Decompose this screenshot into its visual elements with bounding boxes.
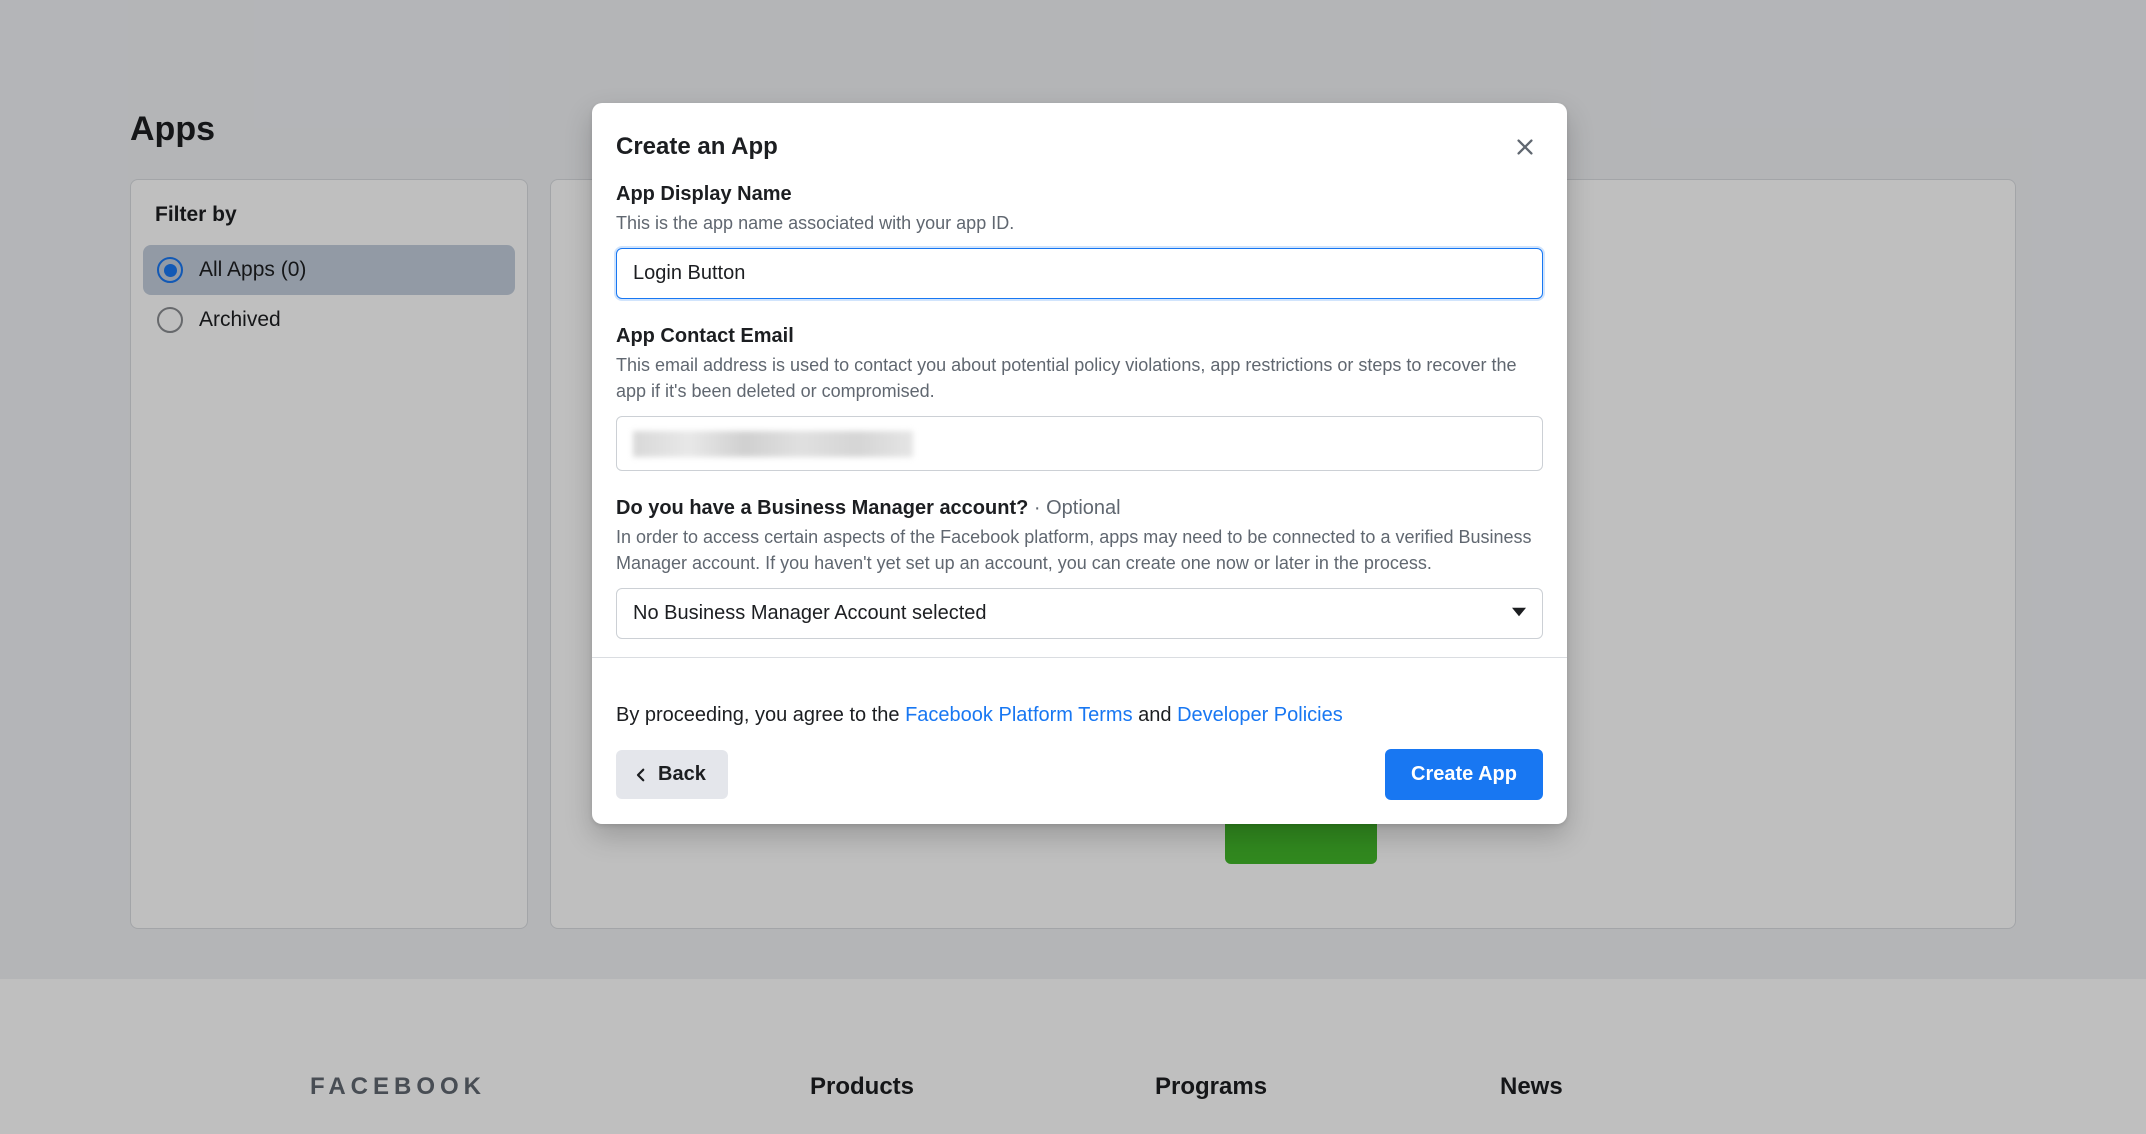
modal-title: Create an App — [616, 133, 778, 161]
field-label: App Display Name — [616, 183, 1543, 206]
optional-tag: · Optional — [1028, 497, 1120, 519]
redacted-email — [633, 431, 913, 457]
close-icon — [1514, 136, 1536, 158]
field-label: Do you have a Business Manager account? … — [616, 497, 1543, 520]
terms-text: By proceeding, you agree to the Facebook… — [616, 704, 1543, 727]
modal-header: Create an App — [592, 103, 1567, 183]
modal-footer: By proceeding, you agree to the Facebook… — [592, 682, 1567, 824]
developer-policies-link[interactable]: Developer Policies — [1177, 704, 1343, 726]
caret-down-icon — [1512, 602, 1526, 625]
back-button-label: Back — [658, 763, 706, 786]
divider — [592, 657, 1567, 658]
close-button[interactable] — [1507, 129, 1543, 165]
back-button[interactable]: Back — [616, 750, 728, 799]
contact-email-input[interactable] — [616, 416, 1543, 471]
display-name-input[interactable] — [616, 248, 1543, 299]
chevron-left-icon — [632, 766, 650, 784]
field-desc: This email address is used to contact yo… — [616, 352, 1543, 404]
field-desc: This is the app name associated with you… — [616, 210, 1543, 236]
select-value: No Business Manager Account selected — [633, 602, 987, 625]
platform-terms-link[interactable]: Facebook Platform Terms — [905, 704, 1133, 726]
create-app-modal: Create an App App Display Name This is t… — [592, 103, 1567, 824]
field-business-manager: Do you have a Business Manager account? … — [616, 497, 1543, 639]
button-row: Back Create App — [616, 749, 1543, 800]
field-label: App Contact Email — [616, 325, 1543, 348]
create-app-button[interactable]: Create App — [1385, 749, 1543, 800]
field-contact-email: App Contact Email This email address is … — [616, 325, 1543, 471]
field-display-name: App Display Name This is the app name as… — [616, 183, 1543, 299]
modal-body: App Display Name This is the app name as… — [592, 183, 1567, 682]
business-manager-select[interactable]: No Business Manager Account selected — [616, 588, 1543, 639]
field-desc: In order to access certain aspects of th… — [616, 524, 1543, 576]
